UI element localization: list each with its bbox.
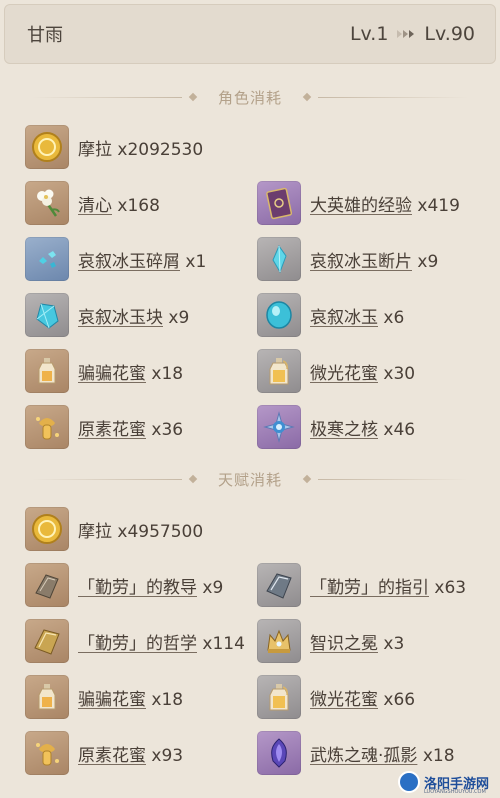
- site-logo-icon: [398, 771, 420, 793]
- material-qty: x18: [422, 745, 455, 766]
- material-qty: x46: [383, 419, 416, 440]
- mora-coin-icon: [25, 125, 69, 169]
- material-item[interactable]: 骗骗花蜜 x18: [25, 675, 183, 719]
- material-name: 摩拉: [78, 139, 112, 160]
- material-name[interactable]: 骗骗花蜜: [78, 364, 146, 384]
- material-item[interactable]: 智识之冕 x3: [257, 619, 404, 663]
- material-name[interactable]: 哀叙冰玉碎屑: [78, 252, 180, 272]
- material-name[interactable]: 清心: [78, 196, 112, 216]
- material-item[interactable]: 「勤劳」的指引 x63: [257, 563, 466, 607]
- material-name[interactable]: 哀叙冰玉块: [78, 308, 163, 328]
- material-qty: x9: [168, 307, 190, 328]
- shimmering-nectar-icon: [257, 349, 301, 393]
- character-name: 甘雨: [27, 25, 63, 46]
- material-item[interactable]: 原素花蜜 x93: [25, 731, 183, 775]
- material-qty: x18: [151, 363, 184, 384]
- material-qty: x66: [383, 689, 416, 710]
- material-name[interactable]: 智识之冕: [310, 634, 378, 654]
- material-item[interactable]: 摩拉 x2092530: [25, 125, 203, 169]
- character-header: 甘雨 Lv.1 Lv.90: [4, 4, 496, 64]
- material-name[interactable]: 「勤劳」的教导: [78, 578, 197, 598]
- material-qty: x114: [202, 633, 245, 654]
- material-name[interactable]: 微光花蜜: [310, 690, 378, 710]
- material-qty: x93: [151, 745, 184, 766]
- crown-of-insight-icon: [257, 619, 301, 663]
- level-from: Lv.1: [349, 23, 389, 45]
- energy-nectar-icon: [25, 731, 69, 775]
- whopperflower-nectar-icon: [25, 675, 69, 719]
- material-item[interactable]: 哀叙冰玉 x6: [257, 293, 404, 337]
- material-name[interactable]: 「勤劳」的哲学: [78, 634, 197, 654]
- shivada-jade-sliver-icon: [25, 237, 69, 281]
- material-item[interactable]: 哀叙冰玉块 x9: [25, 293, 189, 337]
- material-item[interactable]: 清心 x168: [25, 181, 160, 225]
- material-item[interactable]: 哀叙冰玉断片 x9: [257, 237, 438, 281]
- material-item[interactable]: 哀叙冰玉碎屑 x1: [25, 237, 206, 281]
- material-qty: x9: [202, 577, 224, 598]
- section-talent-cost: 天赋消耗: [0, 467, 500, 491]
- shivada-jade-gemstone-icon: [257, 293, 301, 337]
- hoarfrost-core-icon: [257, 405, 301, 449]
- material-qty: x419: [417, 195, 460, 216]
- material-qty: x3: [383, 633, 405, 654]
- level-arrow-icon: [397, 30, 415, 38]
- shivada-jade-fragment-icon: [257, 237, 301, 281]
- material-name[interactable]: 哀叙冰玉断片: [310, 252, 412, 272]
- material-name[interactable]: 微光花蜜: [310, 364, 378, 384]
- whopperflower-nectar-icon: [25, 349, 69, 393]
- shivada-jade-chunk-icon: [25, 293, 69, 337]
- material-item[interactable]: 摩拉 x4957500: [25, 507, 203, 551]
- material-name[interactable]: 原素花蜜: [78, 420, 146, 440]
- site-watermark: 洛阳手游网 LUOYANGSHOUYOU.COM: [398, 768, 498, 796]
- material-name[interactable]: 武炼之魂·孤影: [310, 746, 417, 766]
- guide-to-diligence-icon: [257, 563, 301, 607]
- material-qty: x2092530: [117, 139, 204, 160]
- teachings-of-diligence-icon: [25, 563, 69, 607]
- material-name[interactable]: 极寒之核: [310, 420, 378, 440]
- material-name[interactable]: 大英雄的经验: [310, 196, 412, 216]
- material-qty: x18: [151, 689, 184, 710]
- material-name: 摩拉: [78, 521, 112, 542]
- material-name[interactable]: 「勤劳」的指引: [310, 578, 429, 598]
- material-qty: x30: [383, 363, 416, 384]
- heros-wit-book-icon: [257, 181, 301, 225]
- material-item[interactable]: 「勤劳」的哲学 x114: [25, 619, 245, 663]
- material-name[interactable]: 原素花蜜: [78, 746, 146, 766]
- qingxin-flower-icon: [25, 181, 69, 225]
- mora-coin-icon: [25, 507, 69, 551]
- material-qty: x9: [417, 251, 439, 272]
- shadow-of-the-warrior-icon: [257, 731, 301, 775]
- material-item[interactable]: 微光花蜜 x66: [257, 675, 415, 719]
- level-to: Lv.90: [424, 23, 475, 45]
- watermark-sub: LUOYANGSHOUYOU.COM: [424, 789, 486, 795]
- material-qty: x168: [117, 195, 160, 216]
- material-qty: x63: [434, 577, 467, 598]
- material-item[interactable]: 骗骗花蜜 x18: [25, 349, 183, 393]
- material-item[interactable]: 「勤劳」的教导 x9: [25, 563, 223, 607]
- material-qty: x4957500: [117, 521, 204, 542]
- material-item[interactable]: 极寒之核 x46: [257, 405, 415, 449]
- material-item[interactable]: 大英雄的经验 x419: [257, 181, 460, 225]
- material-name[interactable]: 哀叙冰玉: [310, 308, 378, 328]
- philosophies-of-diligence-icon: [25, 619, 69, 663]
- section-title: 角色消耗: [217, 88, 282, 107]
- shimmering-nectar-icon: [257, 675, 301, 719]
- section-title: 天赋消耗: [217, 470, 282, 489]
- energy-nectar-icon: [25, 405, 69, 449]
- section-character-cost: 角色消耗: [0, 85, 500, 109]
- material-qty: x36: [151, 419, 184, 440]
- material-qty: x6: [383, 307, 405, 328]
- material-item[interactable]: 原素花蜜 x36: [25, 405, 183, 449]
- material-name[interactable]: 骗骗花蜜: [78, 690, 146, 710]
- material-qty: x1: [185, 251, 207, 272]
- material-item[interactable]: 微光花蜜 x30: [257, 349, 415, 393]
